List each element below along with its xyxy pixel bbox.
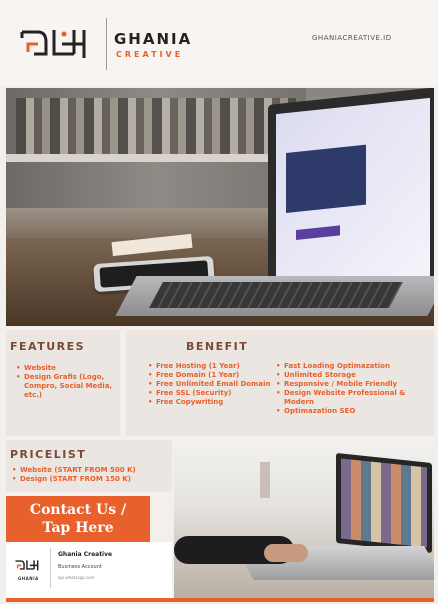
list-item: Fast Loading Optimazation <box>276 362 436 371</box>
ghania-logo-icon <box>20 30 86 58</box>
benefit-title: BENEFIT <box>186 340 249 353</box>
glass <box>260 462 270 498</box>
features-list: Website Design Grafis (Logo, Compro, Soc… <box>16 364 114 400</box>
person-hand <box>264 544 308 562</box>
benefit-list-left: Free Hosting (1 Year) Free Domain (1 Yea… <box>148 362 272 407</box>
list-item: Free Domain (1 Year) <box>148 371 272 380</box>
contact-line-2: Tap Here <box>42 520 114 536</box>
list-item: Free SSL (Security) <box>148 389 272 398</box>
laptop-keyboard <box>149 282 403 308</box>
card-logo-text: GHANIA <box>18 576 39 581</box>
contact-us-button[interactable]: Contact Us / Tap Here <box>6 496 150 542</box>
list-item: Unlimited Storage <box>276 371 436 380</box>
list-item: Design Website Professional & Modern <box>276 389 436 407</box>
card-url[interactable]: api.whatsapp.com <box>58 575 95 580</box>
list-item: Design (START FROM 150 K) <box>12 475 170 484</box>
list-item: Responsive / Mobile Friendly <box>276 380 436 389</box>
logo-divider <box>106 18 107 70</box>
pricelist-title: PRICELIST <box>10 448 87 461</box>
list-item: Optimazation SEO <box>276 407 436 416</box>
card-divider <box>50 548 51 588</box>
contact-line-1: Contact Us / <box>29 502 127 518</box>
bottom-accent-bar <box>6 598 434 602</box>
pricelist-list: Website (START FROM 500 K) Design (START… <box>12 466 170 484</box>
ghania-logo-icon <box>15 560 39 571</box>
laptop-screen <box>336 452 432 554</box>
header: GHANIA CREATIVE GHANIACREATIVE.ID <box>0 0 438 86</box>
website-link[interactable]: GHANIACREATIVE.ID <box>312 34 392 42</box>
laptop-screen <box>268 88 434 305</box>
list-item: Free Hosting (1 Year) <box>148 362 272 371</box>
card-business-name: Ghania Creative <box>58 551 113 558</box>
flyer-page: GHANIA CREATIVE GHANIACREATIVE.ID FEATUR… <box>0 0 438 604</box>
list-item: Design Grafis (Logo, Compro, Social Medi… <box>16 373 114 400</box>
list-item: Free Unlimited Email Domain <box>148 380 272 389</box>
list-item: Website <box>16 364 114 373</box>
hero-laptop-photo <box>6 88 434 326</box>
features-title: FEATURES <box>10 340 86 353</box>
brand-subtitle: CREATIVE <box>116 50 184 59</box>
brand-name: GHANIA <box>114 30 193 48</box>
benefit-list-right: Fast Loading Optimazation Unlimited Stor… <box>276 362 436 416</box>
list-item: Free Copywriting <box>148 398 272 407</box>
list-item: Website (START FROM 500 K) <box>12 466 170 475</box>
card-account-type: Business Account <box>58 564 102 570</box>
typing-laptop-photo <box>174 440 434 600</box>
bookshelf <box>6 88 306 208</box>
